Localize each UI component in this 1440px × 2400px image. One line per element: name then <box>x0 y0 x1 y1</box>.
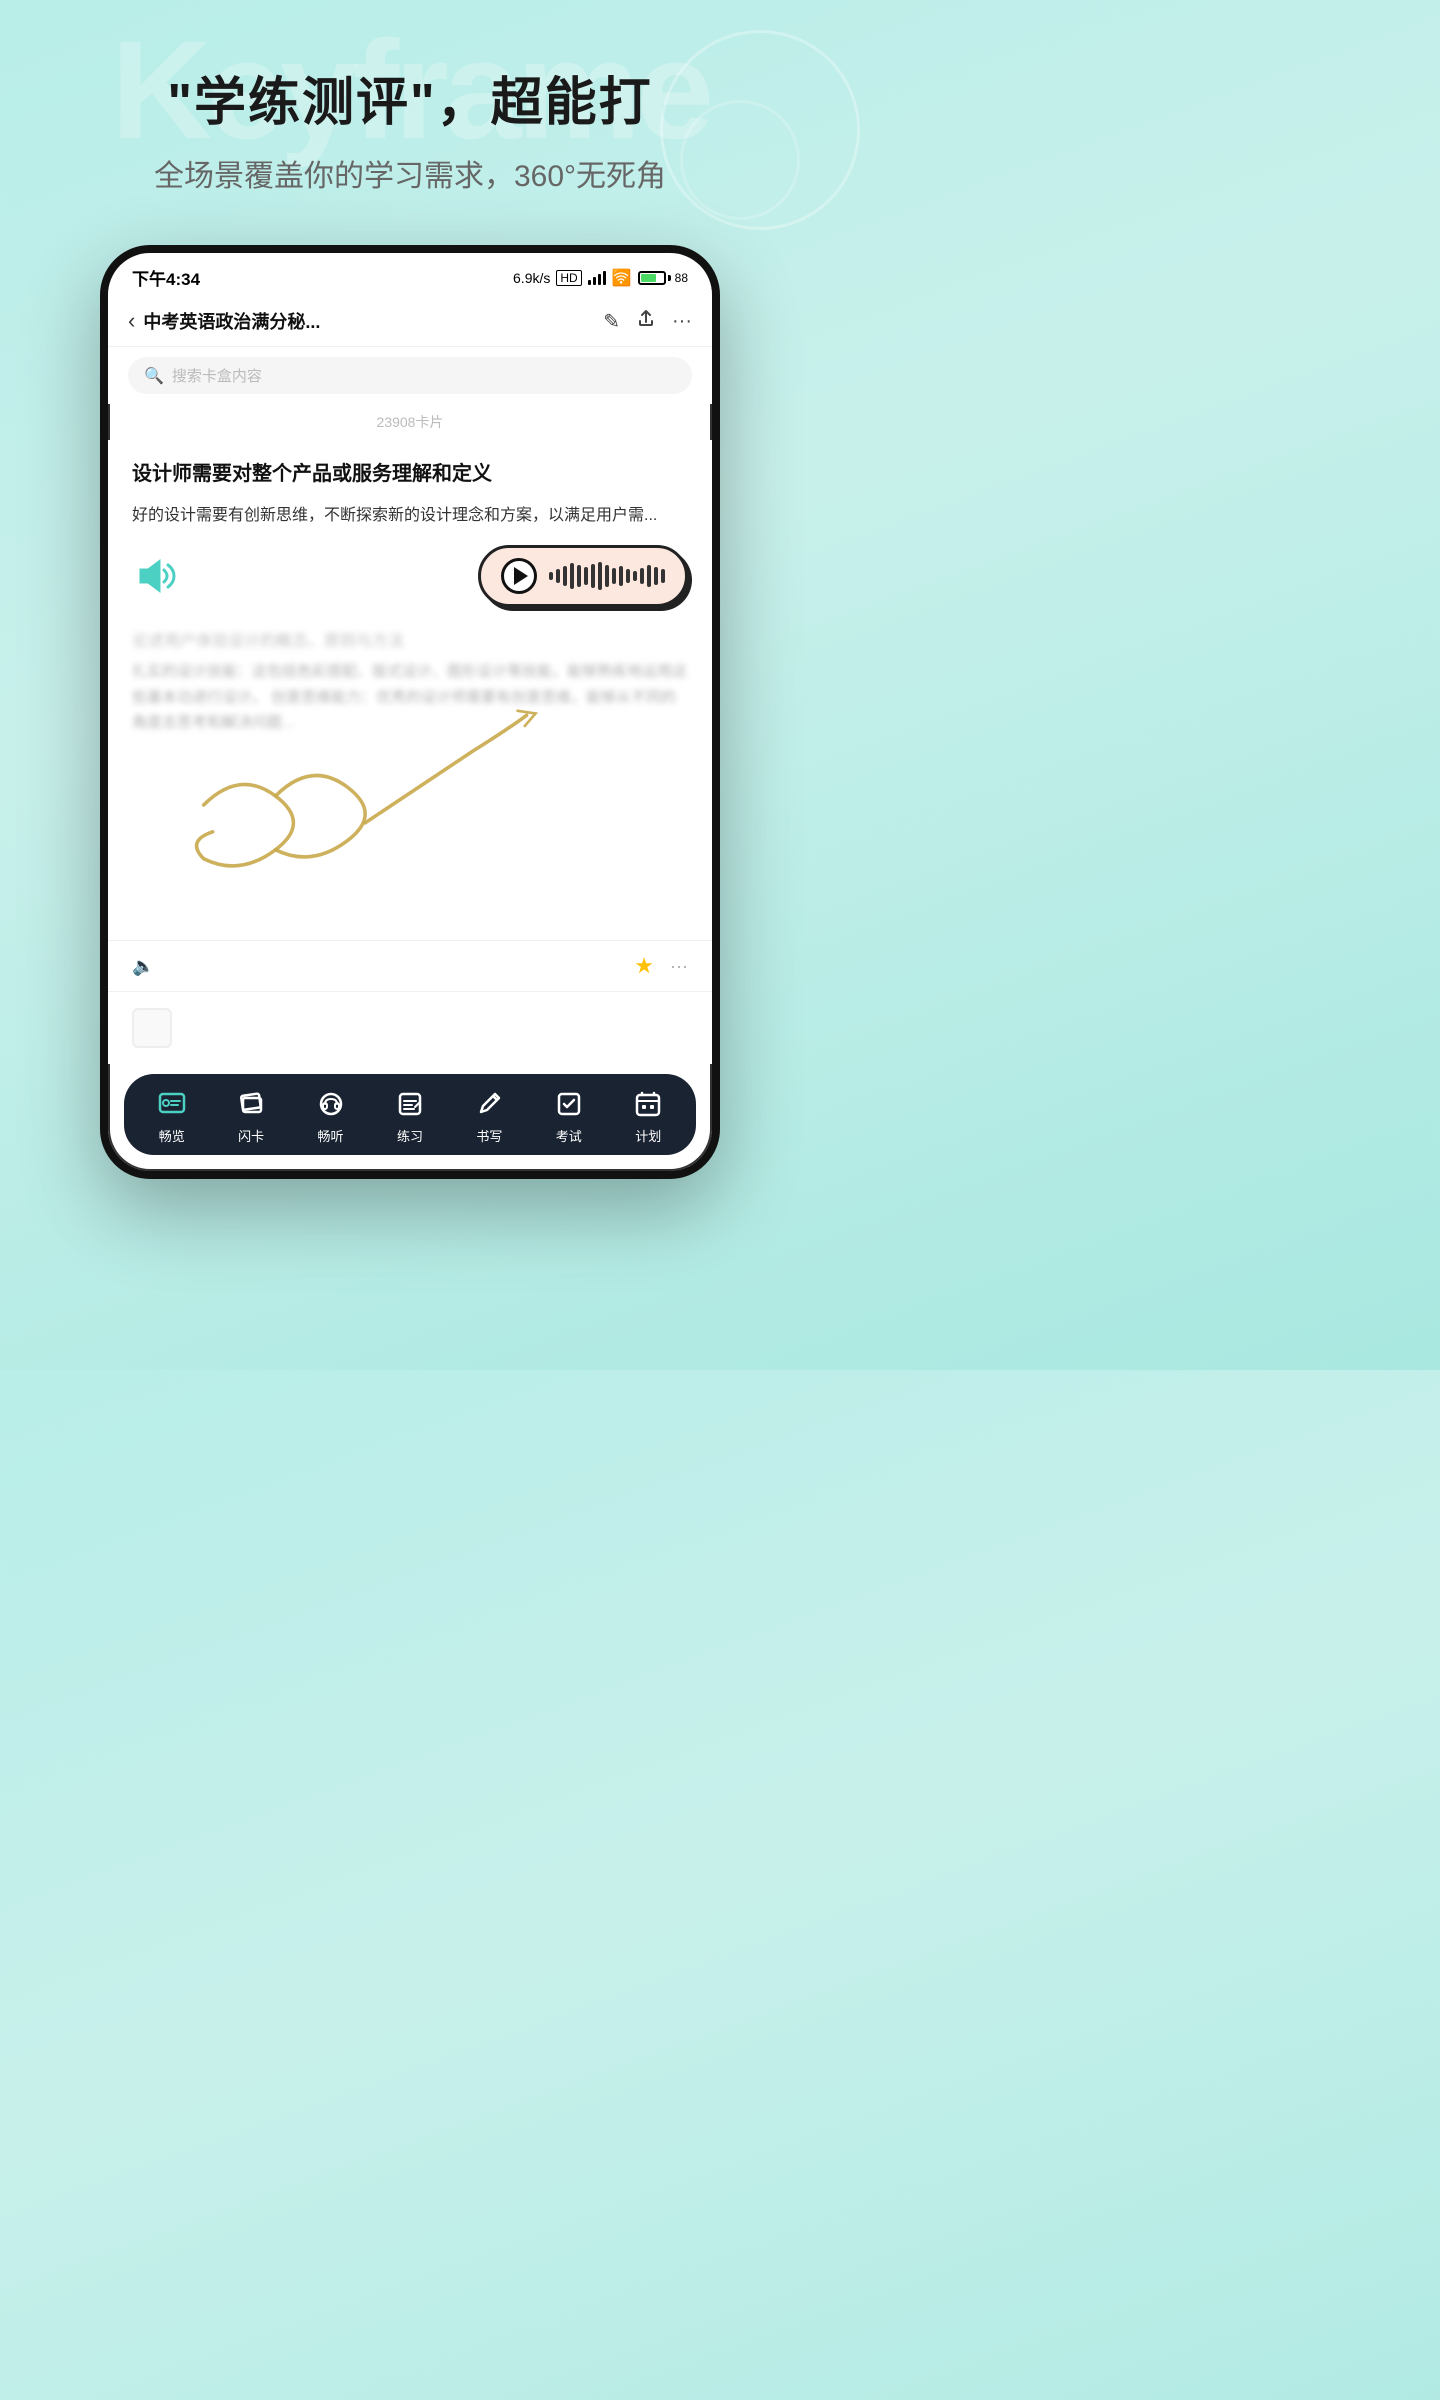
wifi-icon: 🛜 <box>612 268 632 288</box>
edit-icon[interactable]: ✎ <box>603 309 620 334</box>
lower-section-body: 扎实的设计技能：这包括色彩搭配、版式设计、图形设计等技能，能够熟练地运用这些基本… <box>132 659 688 736</box>
more-icon[interactable]: ··· <box>672 310 692 333</box>
listen-icon <box>313 1086 349 1122</box>
waveform <box>549 561 665 591</box>
audio-player-pill[interactable] <box>478 545 688 607</box>
search-icon: 🔍 <box>144 366 164 386</box>
flashcard-icon <box>233 1086 269 1122</box>
plan-icon <box>630 1086 666 1122</box>
search-bar: 🔍 搜索卡盒内容 <box>108 347 712 404</box>
nav-item-browse[interactable]: 畅览 <box>154 1086 190 1145</box>
browse-label: 畅览 <box>159 1126 185 1145</box>
nav-bar: ‹ 中考英语政治满分秘... ✎ ··· <box>108 298 712 347</box>
write-label: 书写 <box>476 1126 502 1145</box>
write-icon <box>471 1086 507 1122</box>
play-button[interactable] <box>501 558 537 594</box>
footer-right: ★ ··· <box>634 953 688 979</box>
practice-icon <box>392 1086 428 1122</box>
bottom-nav: 畅览 闪卡 <box>124 1074 696 1155</box>
card-body-text: 好的设计需要有创新思维，不断探索新的设计理念和方案，以满足用户需... <box>132 502 688 529</box>
footer-more-icon[interactable]: ··· <box>670 956 688 977</box>
search-placeholder: 搜索卡盒内容 <box>172 365 262 386</box>
nav-item-plan[interactable]: 计划 <box>630 1086 666 1145</box>
flashcard-label: 闪卡 <box>238 1126 264 1145</box>
phone-container: 下午4:34 6.9k/s HD 🛜 88 <box>0 245 820 1179</box>
signal-icon <box>588 271 606 285</box>
footer-sound-icon[interactable]: 🔈 <box>132 956 154 977</box>
card-footer: 🔈 ★ ··· <box>108 940 712 991</box>
status-right: 6.9k/s HD 🛜 88 <box>513 268 688 288</box>
speaker-icon[interactable] <box>132 552 180 600</box>
nav-right: ✎ ··· <box>603 308 692 334</box>
status-bar: 下午4:34 6.9k/s HD 🛜 88 <box>108 253 712 298</box>
nav-item-exam[interactable]: 考试 <box>551 1086 587 1145</box>
main-title: "学练测评"，超能打 <box>40 60 780 135</box>
practice-label: 练习 <box>397 1126 423 1145</box>
audio-row <box>132 545 688 607</box>
battery-icon: 88 <box>638 271 688 285</box>
hd-badge: HD <box>556 270 581 286</box>
play-triangle-icon <box>514 567 528 585</box>
nav-item-write[interactable]: 书写 <box>471 1086 507 1145</box>
back-button[interactable]: ‹ <box>128 308 135 334</box>
star-icon[interactable]: ★ <box>634 953 654 979</box>
lower-section-title: 论述用户体验设计的概念、原则与方法 <box>132 627 688 651</box>
listen-label: 畅听 <box>318 1126 344 1145</box>
card-area: 设计师需要对整个产品或服务理解和定义 好的设计需要有创新思维，不断探索新的设计理… <box>108 440 712 940</box>
exam-label: 考试 <box>556 1126 582 1145</box>
card-lower-content: 论述用户体验设计的概念、原则与方法 扎实的设计技能：这包括色彩搭配、版式设计、图… <box>132 627 688 736</box>
header-section: "学练测评"，超能打 全场景覆盖你的学习需求，360°无死角 <box>0 0 820 225</box>
browse-icon <box>154 1086 190 1122</box>
status-time: 下午4:34 <box>132 265 200 290</box>
nav-item-practice[interactable]: 练习 <box>392 1086 428 1145</box>
network-speed: 6.9k/s <box>513 270 550 286</box>
nav-left: ‹ 中考英语政治满分秘... <box>128 308 320 334</box>
phone-frame: 下午4:34 6.9k/s HD 🛜 88 <box>100 245 720 1179</box>
share-icon[interactable] <box>636 308 656 334</box>
card-count: 23908卡片 <box>108 404 712 440</box>
card-title: 设计师需要对整个产品或服务理解和定义 <box>132 460 688 488</box>
sub-title: 全场景覆盖你的学习需求，360°无死角 <box>40 151 780 195</box>
nav-title: 中考英语政治满分秘... <box>143 308 320 334</box>
exam-icon <box>551 1086 587 1122</box>
card-lower-section: 论述用户体验设计的概念、原则与方法 扎实的设计技能：这包括色彩搭配、版式设计、图… <box>132 627 688 736</box>
nav-item-flashcard[interactable]: 闪卡 <box>233 1086 269 1145</box>
search-input-box[interactable]: 🔍 搜索卡盒内容 <box>128 357 692 394</box>
next-card-peek <box>108 991 712 1064</box>
plan-label: 计划 <box>635 1126 661 1145</box>
nav-item-listen[interactable]: 畅听 <box>313 1086 349 1145</box>
